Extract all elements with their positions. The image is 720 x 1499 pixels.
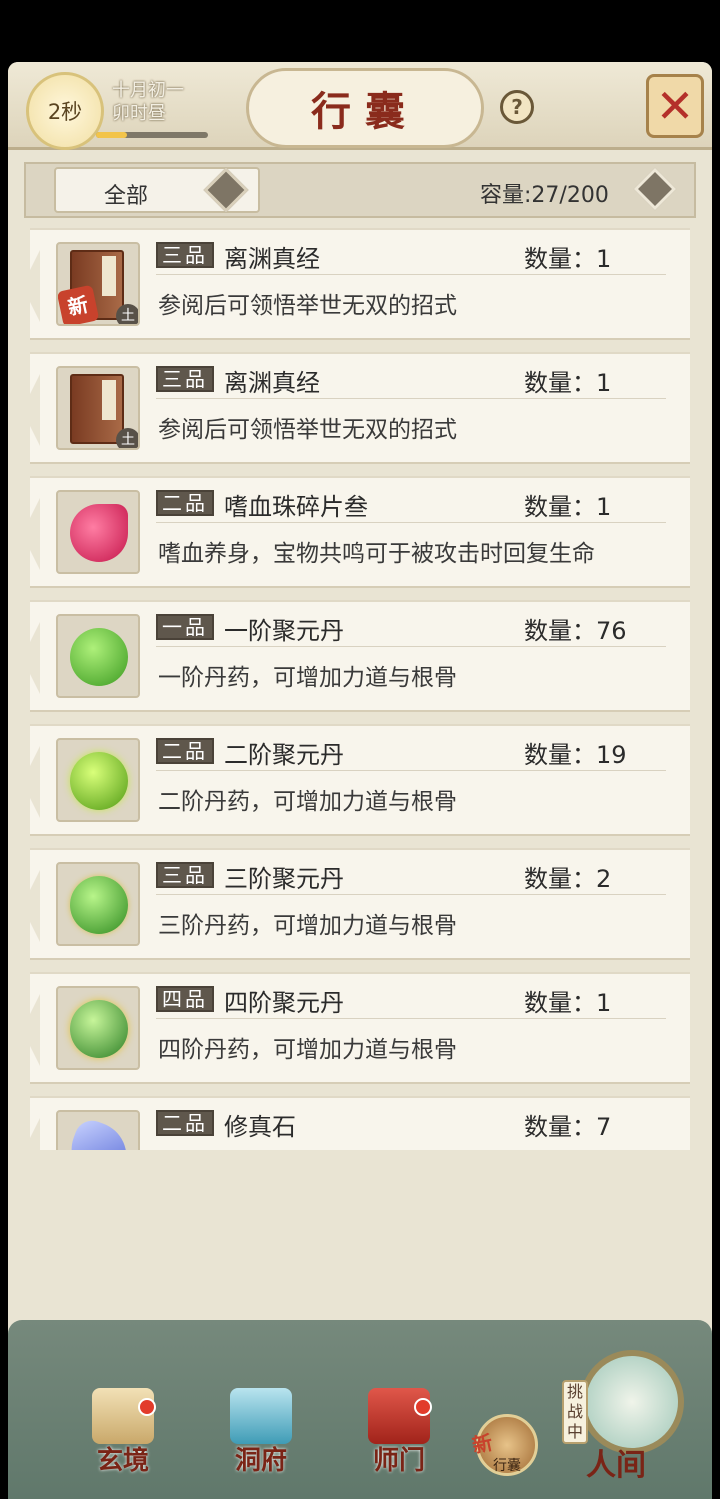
book-icon: 土 [56,366,140,450]
item-description: 三阶丹药，可增加力道与根骨 [158,913,457,939]
item-description: 参阅后可领悟举世无双的招式 [158,293,457,319]
element-badge: 土 [116,428,138,448]
item-quantity: 数量：7 [524,1113,612,1141]
nav-dongfu[interactable]: 洞府 [216,1388,306,1477]
top-bar: 2秒 十月初一 卯时昼 行囊 ? ✕ [8,62,712,150]
grade-badge: 三品 [156,366,214,392]
item-quantity: 数量：2 [524,865,612,893]
filter-label: 全部 [104,184,149,209]
item-name: 一阶聚元丹 [224,617,344,645]
list-item[interactable]: 三品 三阶聚元丹 数量：2 三阶丹药，可增加力道与根骨 [30,848,690,960]
dropdown-diamond-icon [203,167,249,213]
grade-badge: 二品 [156,1110,214,1136]
nav-label: 洞府 [234,1446,287,1476]
item-quantity: 数量：76 [524,617,627,645]
item-description: 参阅后可领悟举世无双的招式 [158,417,457,443]
item-description: 一阶丹药，可增加力道与根骨 [158,665,457,691]
item-quantity: 数量：1 [524,989,612,1017]
book-icon: 新土 [56,242,140,326]
list-item[interactable]: 新土 三品 离渊真经 数量：1 参阅后可领悟举世无双的招式 [30,228,690,340]
grade-badge: 三品 [156,242,214,268]
item-name: 修真石 [224,1113,296,1141]
expand-capacity-icon[interactable] [633,167,677,211]
item-name: 嗜血珠碎片叁 [224,493,368,521]
nav-label: 行囊 [493,1458,521,1474]
banner-icon [368,1388,430,1444]
pill-icon [56,738,140,822]
time-progress-bar [96,132,208,138]
item-name: 四阶聚元丹 [224,989,344,1017]
item-quantity: 数量：1 [524,369,612,397]
grade-badge: 二品 [156,490,214,516]
element-badge: 土 [116,304,138,324]
inventory-panel: 2秒 十月初一 卯时昼 行囊 ? ✕ 全部 容量:27/200 新土 三品 离渊… [8,62,712,1499]
grade-badge: 一品 [156,614,214,640]
grade-badge: 三品 [156,862,214,888]
nav-label: 玄境 [96,1446,149,1476]
pill-icon [56,862,140,946]
world-portal-icon[interactable] [580,1350,684,1454]
crystal-icon [56,1110,140,1150]
filter-dropdown[interactable]: 全部 [54,167,260,213]
item-quantity: 数量：19 [524,741,627,769]
pavilion-icon [230,1388,292,1444]
pill-icon [56,614,140,698]
list-item[interactable]: 二品 修真石 数量：7 [30,1096,690,1150]
notification-dot [414,1398,432,1416]
capacity-label: 容量:27/200 [480,183,609,208]
nav-renjian[interactable]: 人间 [586,1440,646,1484]
item-description: 二阶丹药，可增加力道与根骨 [158,789,457,815]
item-name: 离渊真经 [224,245,320,273]
list-item[interactable]: 四品 四阶聚元丹 数量：1 四阶丹药，可增加力道与根骨 [30,972,690,1084]
item-name: 三阶聚元丹 [224,865,344,893]
item-name: 二阶聚元丹 [224,741,344,769]
title-plate: 行囊 [246,68,484,148]
grade-badge: 四品 [156,986,214,1012]
list-item[interactable]: 一品 一阶聚元丹 数量：76 一阶丹药，可增加力道与根骨 [30,600,690,712]
list-item[interactable]: 土 三品 离渊真经 数量：1 参阅后可领悟举世无双的招式 [30,352,690,464]
list-item[interactable]: 二品 嗜血珠碎片叁 数量：1 嗜血养身，宝物共鸣可于被攻击时回复生命 [30,476,690,588]
close-button[interactable]: ✕ [646,74,704,138]
list-item[interactable]: 二品 二阶聚元丹 数量：19 二阶丹药，可增加力道与根骨 [30,724,690,836]
help-button[interactable]: ? [500,90,534,124]
item-quantity: 数量：1 [524,245,612,273]
item-quantity: 数量：1 [524,493,612,521]
new-badge: 新 [58,284,100,324]
blood-shard-icon [56,490,140,574]
page-title: 行囊 [311,88,419,135]
filter-bar: 全部 容量:27/200 [24,162,696,218]
notification-dot [138,1398,156,1416]
timer-badge: 2秒 [26,72,104,150]
item-description: 四阶丹药，可增加力道与根骨 [158,1037,457,1063]
item-name: 离渊真经 [224,369,320,397]
scroll-icon [92,1388,154,1444]
grade-badge: 二品 [156,738,214,764]
item-list[interactable]: 新土 三品 离渊真经 数量：1 参阅后可领悟举世无双的招式 土 三品 离渊真经 … [30,228,690,1150]
pill-icon [56,986,140,1070]
challenge-badge: 挑战中 [562,1380,588,1444]
date-line2: 卯时昼 [112,103,166,124]
item-description: 嗜血养身，宝物共鸣可于被攻击时回复生命 [158,541,595,567]
nav-label: 师门 [372,1446,425,1476]
